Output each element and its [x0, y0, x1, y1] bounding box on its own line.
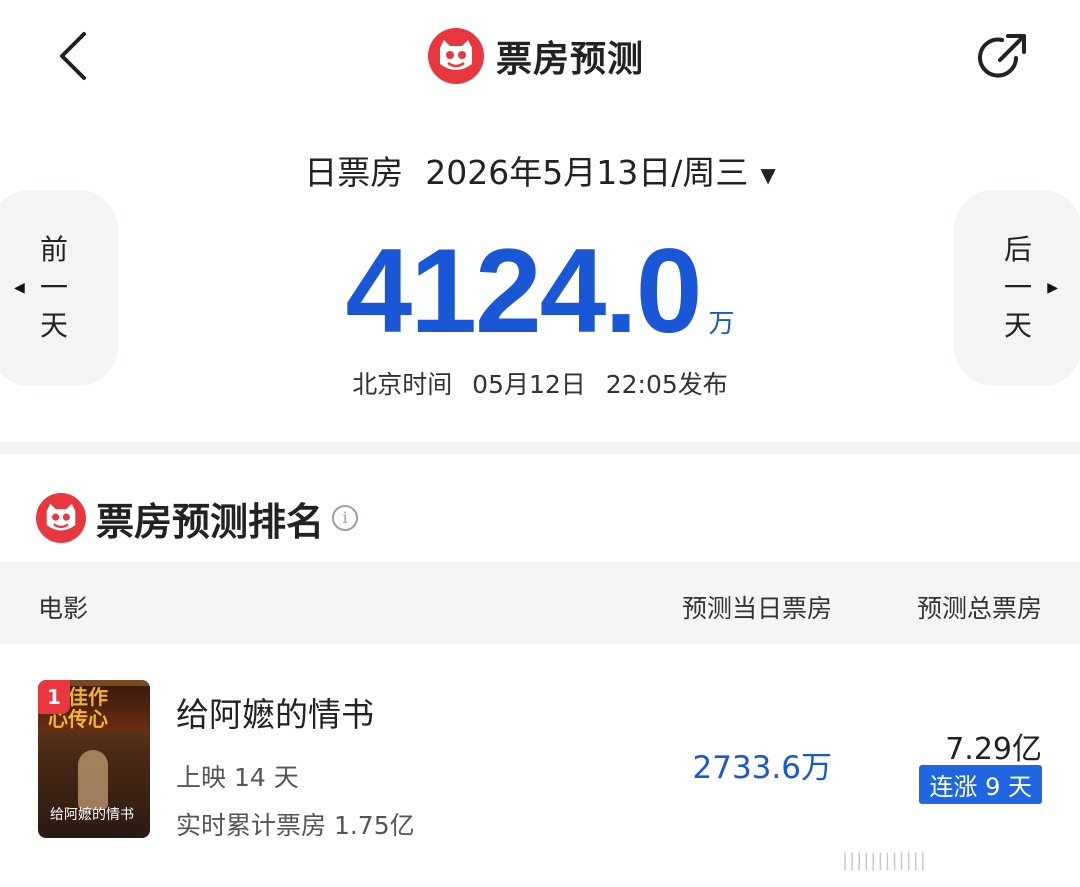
share-button[interactable]	[972, 28, 1032, 88]
page-title: 票房预测	[496, 39, 645, 80]
back-button[interactable]	[48, 28, 104, 84]
date-value: 2026年5月13日/周三	[425, 153, 749, 192]
predicted-day-value: 2733.6万	[692, 750, 832, 786]
caret-down-icon: ▼	[760, 162, 776, 187]
header-bar: 票房预测	[0, 0, 1080, 115]
rank-badge: 1	[38, 680, 70, 714]
cat-logo-icon	[428, 28, 484, 84]
release-date: 05月12日	[472, 370, 586, 399]
forecast-value: 4124.0	[345, 224, 702, 358]
section-divider	[0, 442, 1080, 454]
date-selector[interactable]: 日票房 2026年5月13日/周三 ▼	[0, 146, 1080, 194]
column-predicted-day[interactable]: 预测当日票房	[682, 589, 832, 625]
release-time: 北京时间 05月12日 22:05发布	[0, 365, 1080, 401]
table-header: 电影 预测当日票房 预测总票房	[0, 562, 1080, 644]
forecast-total: 4124.0 万	[0, 222, 1080, 360]
streak-badge: 连涨 9 天	[919, 765, 1042, 804]
release-clock: 22:05发布	[605, 370, 728, 399]
movie-name[interactable]: 给阿嬷的情书	[176, 688, 374, 736]
info-icon[interactable]: i	[332, 505, 359, 531]
watermark: ||||||||||||	[842, 850, 927, 871]
chevron-left-icon	[60, 32, 86, 80]
ranking-header: 票房预测排名 i	[36, 488, 359, 548]
poster-figure	[78, 750, 108, 810]
box-office-type-label: 日票房	[304, 153, 404, 192]
forecast-unit: 万	[708, 309, 735, 339]
column-predicted-total[interactable]: 预测总票房	[917, 589, 1042, 625]
cat-logo-icon	[36, 493, 86, 543]
brand: 票房预测	[428, 28, 644, 84]
movie-cumulative: 实时累计票房 1.75亿	[176, 811, 415, 840]
predicted-total-value: 7.29亿	[945, 732, 1042, 767]
release-prefix: 北京时间	[352, 370, 453, 399]
ranking-title: 票房预测排名	[96, 499, 325, 544]
table-row[interactable]: 神佳作 心传心 给阿嬷的情书 1 给阿嬷的情书 上映 14 天 实时累计票房 1…	[0, 672, 1080, 847]
share-icon	[978, 34, 1026, 78]
poster-title: 给阿嬷的情书	[50, 807, 134, 823]
movie-days-showing: 上映 14 天	[176, 763, 299, 792]
column-movie: 电影	[38, 594, 89, 623]
